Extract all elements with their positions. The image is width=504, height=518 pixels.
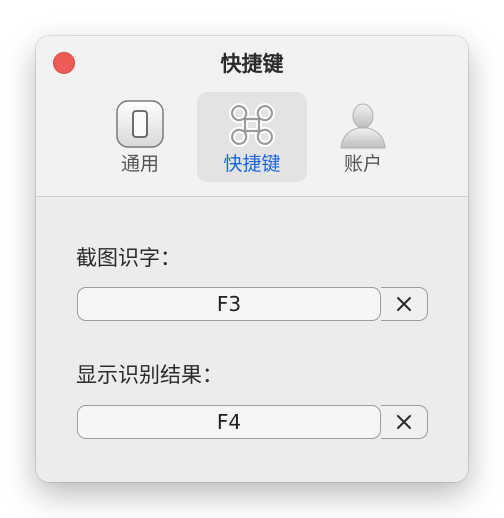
tab-account[interactable]: 账户 (308, 92, 418, 182)
screenshot-ocr-shortcut-field[interactable]: F3 (77, 287, 381, 321)
preferences-window: 快捷键 通用 快捷键 账户 截图识字： F3 显示识别结果： F4 (36, 36, 468, 482)
tab-shortcuts[interactable]: 快捷键 (197, 92, 307, 182)
general-icon (85, 100, 195, 150)
account-icon (308, 100, 418, 150)
clear-icon (397, 415, 411, 429)
tab-general-label: 通用 (120, 153, 159, 175)
screenshot-ocr-clear-button[interactable] (381, 287, 428, 321)
tab-shortcuts-label: 快捷键 (223, 153, 281, 175)
command-icon (197, 100, 307, 150)
show-result-clear-button[interactable] (381, 405, 428, 439)
tab-account-label: 账户 (343, 153, 382, 175)
toolbar: 快捷键 通用 快捷键 账户 (36, 36, 468, 197)
show-result-shortcut-field[interactable]: F4 (77, 405, 381, 439)
screenshot-ocr-label: 截图识字： (76, 246, 181, 270)
tab-general[interactable]: 通用 (85, 92, 195, 182)
clear-icon (397, 297, 411, 311)
window-title: 快捷键 (220, 52, 284, 76)
show-result-label: 显示识别结果： (76, 363, 223, 387)
